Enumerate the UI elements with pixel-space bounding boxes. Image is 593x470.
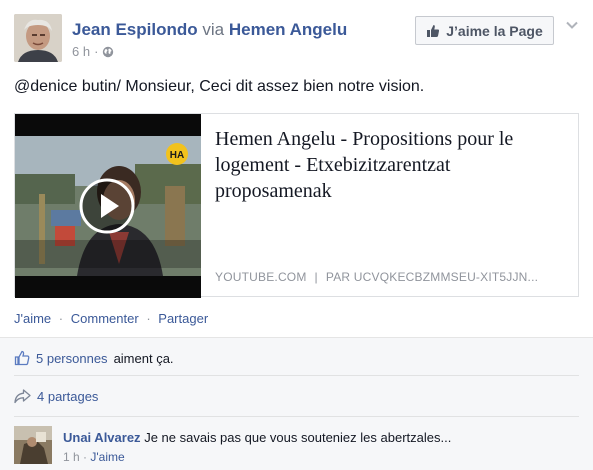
likers-text: aiment ça. [113, 350, 174, 366]
thumbs-up-icon [14, 350, 30, 366]
post-meta: 6 h · [72, 44, 114, 59]
shared-link-card[interactable]: HA Hemen Angelu - Propositions pour le l… [14, 113, 579, 298]
link-source: YOUTUBE.COM | PAR UCVQKECBZMMSEU-XIT5JJN..… [215, 270, 570, 284]
link-byline: PAR UCVQKECBZMMSEU-XIT5JJN... [325, 270, 539, 284]
like-page-button[interactable]: J’aime la Page [415, 16, 554, 45]
author-avatar[interactable] [14, 14, 62, 62]
author-photo [14, 14, 62, 62]
action-dot: · [146, 311, 151, 326]
globe-icon[interactable] [102, 46, 114, 58]
commenter-photo [14, 426, 52, 464]
likers-link[interactable]: 5 personnes [36, 351, 108, 366]
comment-dot: · [83, 450, 88, 464]
post-actions: J'aime · Commenter · Partager [14, 311, 208, 326]
page-name[interactable]: Hemen Angelu [229, 20, 347, 39]
author-line: Jean Espilondo via Hemen Angelu [72, 20, 347, 40]
comment-line: Unai Alvarez Je ne savais pas que vous s… [63, 430, 451, 445]
like-page-label: J’aime la Page [446, 22, 543, 39]
action-dot: · [58, 311, 64, 326]
via-text: via [202, 20, 225, 39]
svg-text:HA: HA [170, 150, 184, 161]
comment-meta: 1 h · J'aime [63, 450, 125, 464]
feed-post: Jean Espilondo via Hemen Angelu 6 h · J’… [0, 0, 593, 470]
like-action[interactable]: J'aime [14, 311, 51, 326]
author-name[interactable]: Jean Espilondo [72, 20, 198, 39]
share-action[interactable]: Partager [158, 311, 208, 326]
video-thumbnail[interactable]: HA [15, 114, 201, 298]
comment-action[interactable]: Commenter [71, 311, 139, 326]
comment-item: Unai Alvarez Je ne savais pas que vous s… [14, 424, 579, 468]
post-header: Jean Espilondo via Hemen Angelu 6 h · J’… [14, 14, 579, 66]
thumbs-up-icon [427, 24, 440, 37]
commenter-avatar[interactable] [14, 426, 52, 464]
comment-time[interactable]: 1 h [63, 450, 80, 464]
shares-link[interactable]: 4 partages [37, 389, 98, 404]
share-arrow-icon [14, 389, 31, 404]
comment-text: Je ne savais pas que vous souteniez les … [144, 430, 452, 445]
link-separator: | [314, 270, 318, 284]
divider [14, 375, 579, 376]
comment-author[interactable]: Unai Alvarez [63, 430, 141, 445]
feedback-section: 5 personnes aiment ça. 4 partages Unai A… [0, 337, 593, 470]
chevron-down-icon[interactable] [565, 18, 579, 32]
likes-summary: 5 personnes aiment ça. [14, 350, 174, 366]
play-icon[interactable] [79, 178, 135, 234]
comment-like-action[interactable]: J'aime [90, 450, 124, 464]
shares-summary: 4 partages [14, 389, 98, 404]
post-message: @denice butin/ Monsieur, Ceci dit assez … [14, 78, 425, 95]
link-domain: YOUTUBE.COM [215, 270, 307, 284]
divider [14, 416, 579, 417]
post-time[interactable]: 6 h [72, 44, 90, 59]
link-title[interactable]: Hemen Angelu - Propositions pour le loge… [215, 126, 565, 204]
meta-dot: · [94, 44, 99, 59]
